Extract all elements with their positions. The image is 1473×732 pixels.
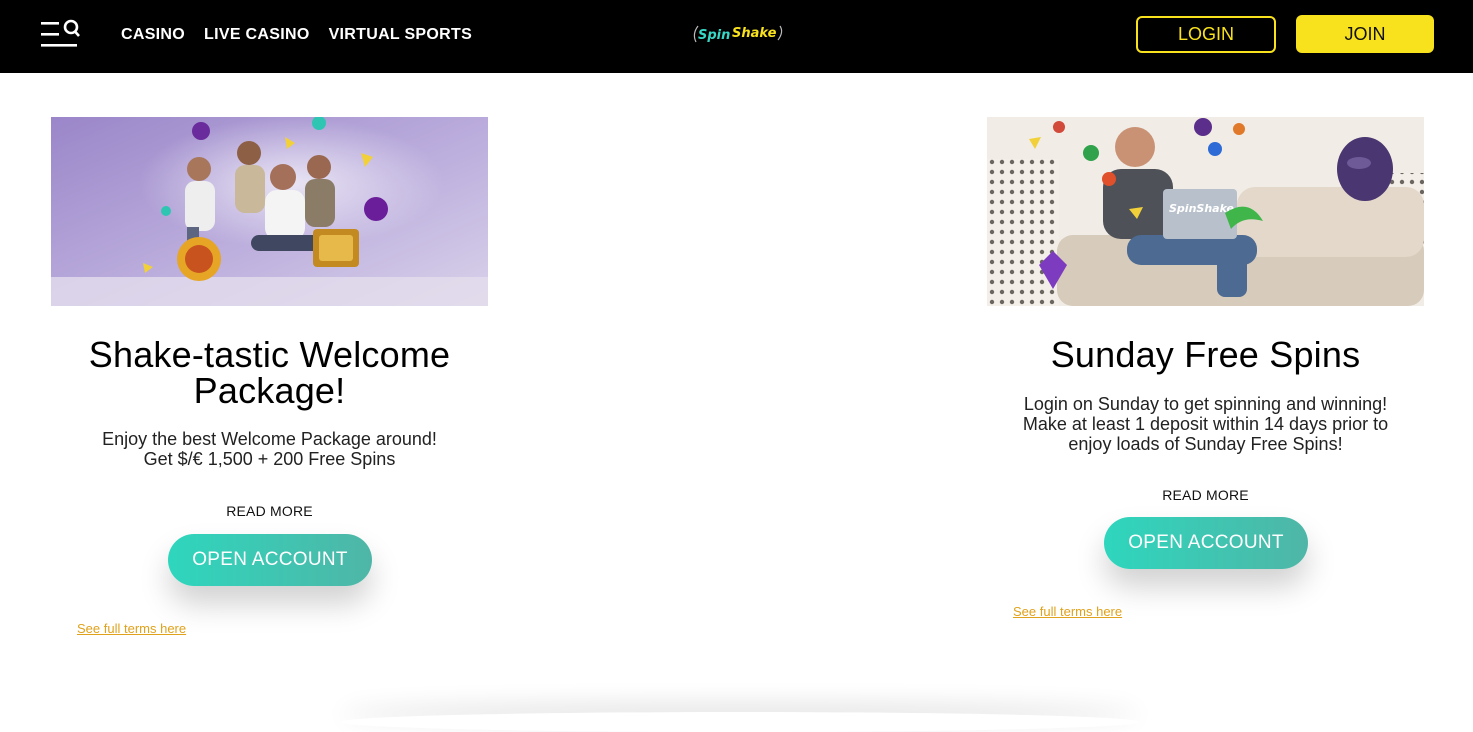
promo-card-welcome: Shake-tastic Welcome Package! Enjoy the … [51, 117, 488, 636]
terms-link[interactable]: See full terms here [1013, 604, 1122, 619]
promo-card-sunday: SpinShake Sunday Free Spins Login on Sun… [987, 117, 1424, 619]
promo-image-sunday: SpinShake [987, 117, 1424, 306]
promo-title-sunday: Sunday Free Spins [1050, 334, 1361, 375]
read-more-link[interactable]: READ MORE [51, 503, 488, 519]
promo-description-welcome: Enjoy the best Welcome Package around! G… [102, 429, 437, 469]
menu-search-icon[interactable] [38, 18, 82, 52]
laptop-logo: SpinShake [1169, 202, 1234, 215]
promo-image-welcome [51, 117, 488, 306]
svg-text:Spin: Spin [698, 28, 730, 43]
nav-live-casino[interactable]: LIVE CASINO [204, 26, 310, 44]
promo-title-welcome: Shake-tastic Welcome Package! [88, 334, 451, 411]
login-button[interactable]: LOGIN [1136, 16, 1276, 53]
read-more-link[interactable]: READ MORE [987, 487, 1424, 503]
nav-virtual-sports[interactable]: VIRTUAL SPORTS [329, 26, 472, 44]
terms-link[interactable]: See full terms here [77, 621, 186, 636]
top-navbar: CASINO LIVE CASINO VIRTUAL SPORTS Spin S… [0, 0, 1473, 73]
main-nav: CASINO LIVE CASINO VIRTUAL SPORTS [121, 0, 472, 70]
open-account-button[interactable]: OPEN ACCOUNT [1104, 517, 1308, 569]
next-section-edge [340, 712, 1140, 732]
svg-text:Shake: Shake [732, 26, 777, 41]
spinshake-logo[interactable]: Spin Shake [690, 20, 786, 48]
open-account-button[interactable]: OPEN ACCOUNT [168, 534, 372, 586]
nav-casino[interactable]: CASINO [121, 26, 185, 44]
join-button[interactable]: JOIN [1296, 15, 1434, 53]
promo-description-sunday: Login on Sunday to get spinning and winn… [1022, 394, 1389, 454]
